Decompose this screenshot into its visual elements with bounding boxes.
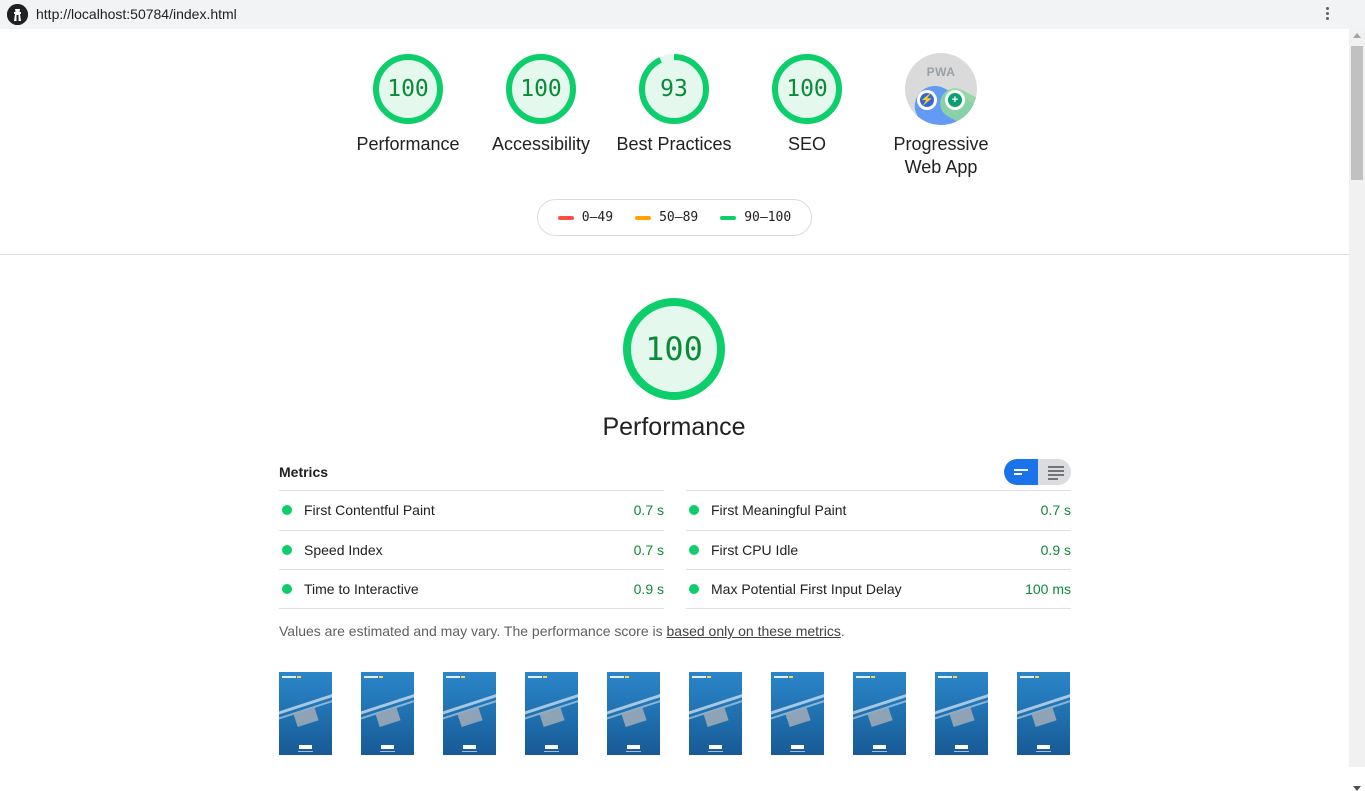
lighthouse-logo-icon — [7, 4, 28, 25]
legend-range: 0–49 — [581, 210, 614, 225]
header-divider — [0, 254, 1349, 255]
metric-name: First CPU Idle — [711, 541, 799, 558]
gauge-score: 93 — [660, 76, 688, 102]
gauge-performance[interactable]: 100 Performance — [343, 53, 473, 156]
pass-dot-icon — [689, 584, 699, 595]
legend-range: 50–89 — [659, 210, 699, 225]
gauge-label: Progressive Web App — [893, 134, 989, 177]
legend-item-average: 50–89 — [635, 210, 698, 225]
metric-row: First Meaningful Paint 0.7 s — [686, 490, 1071, 530]
metric-row: First CPU Idle 0.9 s — [686, 529, 1071, 570]
metrics-view-toggle[interactable] — [1004, 459, 1071, 485]
gauge-label: Best Practices — [616, 134, 732, 154]
filmstrip-frame — [771, 672, 824, 755]
gauge-score: 100 — [786, 76, 828, 102]
filmstrip-frame — [361, 672, 414, 755]
pass-dot-icon — [282, 584, 292, 595]
metric-name: First Contentful Paint — [304, 502, 435, 518]
filmstrip-frame — [935, 672, 988, 755]
more-menu-icon[interactable] — [1320, 5, 1334, 25]
pass-dot-icon — [282, 505, 292, 515]
gauge-score: 100 — [520, 76, 562, 102]
address-bar: http://localhost:50784/index.html — [0, 0, 1365, 29]
gauge-label: SEO — [787, 134, 826, 154]
score-gauge: 100 — [505, 53, 577, 125]
metric-name: Time to Interactive — [304, 581, 419, 598]
gauge-seo[interactable]: 100 SEO — [742, 53, 872, 156]
category-title: Performance — [602, 413, 746, 441]
pwa-fast-reliable-icon: ⚡ — [917, 90, 937, 110]
filmstrip-frame — [853, 672, 906, 755]
page-url[interactable]: http://localhost:50784/index.html — [36, 6, 237, 22]
score-gauge: 100 — [771, 53, 843, 125]
performance-score-gauge: 100 — [622, 297, 726, 401]
legend-swatch — [557, 215, 574, 220]
filmstrip-frame — [689, 672, 742, 755]
metrics-info-link[interactable]: based only on these metrics — [667, 623, 841, 639]
expanded-view-button[interactable] — [1038, 459, 1071, 485]
scroll-up-arrow-icon[interactable] — [1353, 33, 1361, 38]
metric-row: Max Potential First Input Delay 100 ms — [686, 569, 1071, 610]
metric-value: 0.7 s — [1040, 502, 1071, 518]
gauge-pwa[interactable]: PWA ⚡ + Progressive Web App — [876, 53, 1006, 179]
scroll-down-arrow-icon[interactable] — [1353, 786, 1361, 791]
metrics-disclaimer: Values are estimated and may vary. The p… — [279, 623, 845, 639]
metric-value: 0.7 s — [633, 541, 664, 558]
metric-value: 100 ms — [1025, 581, 1071, 598]
score-gauge: 93 — [638, 53, 710, 125]
legend-swatch — [720, 215, 737, 220]
compact-view-button[interactable] — [1004, 459, 1038, 485]
legend-range: 90–100 — [744, 210, 792, 225]
gauge-accessibility[interactable]: 100 Accessibility — [476, 53, 606, 156]
pwa-badge-icon: PWA ⚡ + — [905, 53, 977, 125]
legend-item-fail: 0–49 — [557, 210, 614, 225]
pwa-installable-icon: + — [945, 90, 965, 110]
gauge-label: Performance — [356, 134, 460, 154]
filmstrip-frame — [607, 672, 660, 755]
filmstrip-frame — [1017, 672, 1070, 755]
metric-value: 0.9 s — [1040, 541, 1071, 558]
metrics-heading: Metrics — [279, 464, 329, 480]
metric-value: 0.7 s — [633, 502, 664, 518]
score-gauge: 100 — [372, 53, 444, 125]
filmstrip-frame — [443, 672, 496, 755]
metrics-column-left: First Contentful Paint 0.7 s Speed Index… — [279, 490, 664, 610]
metric-name: First Meaningful Paint — [711, 502, 847, 518]
filmstrip-frame — [525, 672, 578, 755]
metric-row: Time to Interactive 0.9 s — [279, 569, 664, 610]
gauge-score: 100 — [387, 76, 429, 102]
metric-name: Max Potential First Input Delay — [711, 581, 902, 598]
legend-swatch — [635, 215, 652, 220]
metric-row: First Contentful Paint 0.7 s — [279, 490, 664, 530]
filmstrip-frame — [279, 672, 332, 755]
metric-name: Speed Index — [304, 541, 383, 558]
gauge-label: Accessibility — [491, 134, 591, 154]
metric-row: Speed Index 0.7 s — [279, 529, 664, 570]
gauge-best-practices[interactable]: 93 Best Practices — [609, 53, 739, 156]
pass-dot-icon — [689, 505, 699, 515]
score-scale-legend: 0–49 50–89 90–100 — [537, 199, 812, 236]
vertical-scrollbar[interactable] — [1349, 29, 1365, 791]
pass-dot-icon — [689, 544, 699, 555]
scrollbar-thumb[interactable] — [1351, 46, 1363, 180]
performance-score: 100 — [645, 330, 703, 368]
pass-dot-icon — [282, 544, 292, 555]
metrics-column-right: First Meaningful Paint 0.7 s First CPU I… — [686, 490, 1071, 610]
legend-item-pass: 90–100 — [720, 210, 791, 225]
pwa-badge-text: PWA — [926, 65, 956, 79]
metric-value: 0.9 s — [633, 581, 664, 598]
